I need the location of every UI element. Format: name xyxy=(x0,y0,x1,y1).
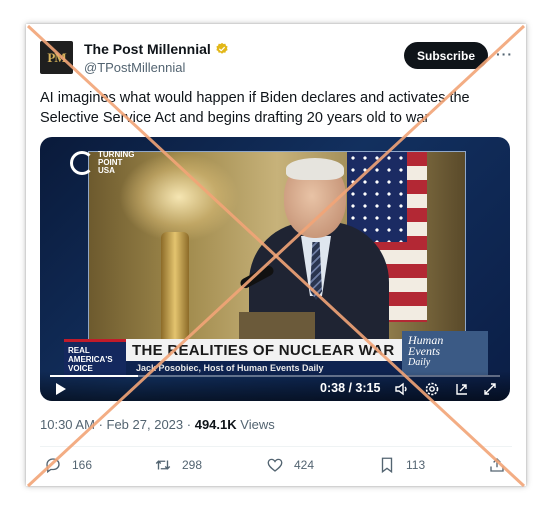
show-logo-line2: Events xyxy=(408,344,440,358)
like-count: 424 xyxy=(294,458,315,472)
show-logo: Human Events Daily xyxy=(402,331,488,375)
reply-icon xyxy=(46,458,60,474)
bookmark-count: 113 xyxy=(406,458,426,472)
channel-logo: TURNING POINT USA xyxy=(70,151,138,175)
pip-icon[interactable] xyxy=(454,381,470,397)
share-icon xyxy=(490,458,504,472)
share-button[interactable] xyxy=(488,456,506,474)
views-count: 494.1K xyxy=(194,417,237,432)
reply-count: 166 xyxy=(72,458,93,472)
volume-icon[interactable] xyxy=(394,381,410,397)
name-row: The Post Millennial xyxy=(84,41,229,57)
video-controls: 0:38 / 3:15 xyxy=(40,371,510,401)
play-icon[interactable] xyxy=(52,381,68,397)
lower-third-headline: THE REALITIES OF NUCLEAR WAR xyxy=(126,339,402,361)
avatar[interactable]: PM xyxy=(40,41,73,74)
verified-badge-icon xyxy=(216,42,228,54)
retweet-button[interactable]: 298 xyxy=(154,456,202,474)
meta-separator: · xyxy=(186,417,195,432)
reply-button[interactable]: 166 xyxy=(44,456,92,474)
author-block: The Post Millennial @TPostMillennial xyxy=(84,41,229,75)
settings-icon[interactable] xyxy=(424,381,440,397)
subscribe-button[interactable]: Subscribe xyxy=(404,42,488,69)
bookmark-button[interactable]: 113 xyxy=(378,456,425,474)
retweet-count: 298 xyxy=(182,458,203,472)
progress-bar[interactable] xyxy=(50,375,500,377)
lamp-image xyxy=(161,232,189,342)
tweet-time[interactable]: 10:30 AM xyxy=(40,417,95,432)
speaker-hair-image xyxy=(286,158,344,180)
tweet-card: PM The Post Millennial @TPostMillennial … xyxy=(26,24,526,486)
tweet-meta: 10:30 AM · Feb 27, 2023 · 494.1K Views xyxy=(40,417,275,432)
tweet-date[interactable]: Feb 27, 2023 xyxy=(107,417,184,432)
like-button[interactable]: 424 xyxy=(266,456,314,474)
heart-icon xyxy=(267,458,283,472)
account-name[interactable]: The Post Millennial xyxy=(84,41,211,57)
show-logo-line3: Daily xyxy=(408,357,431,368)
video-player[interactable]: TURNING POINT USA REAL AMERICA'S VOICE T… xyxy=(40,137,510,401)
account-handle[interactable]: @TPostMillennial xyxy=(84,60,229,75)
views-label: Views xyxy=(240,417,275,432)
video-time: 0:38 / 3:15 xyxy=(320,381,381,395)
channel-logo-text: TURNING POINT USA xyxy=(98,150,135,175)
bookmark-icon xyxy=(381,457,393,474)
fullscreen-icon[interactable] xyxy=(482,381,498,397)
video-frame xyxy=(88,151,466,352)
channel-ring-icon xyxy=(70,151,94,175)
divider xyxy=(40,446,512,447)
progress-fill xyxy=(50,375,138,377)
tweet-text: AI imagines what would happen if Biden d… xyxy=(40,90,470,126)
retweet-icon xyxy=(155,460,171,470)
more-options-icon[interactable]: ··· xyxy=(496,46,513,62)
meta-separator: · xyxy=(98,417,107,432)
action-bar: 166 298 424 113 xyxy=(40,456,512,478)
